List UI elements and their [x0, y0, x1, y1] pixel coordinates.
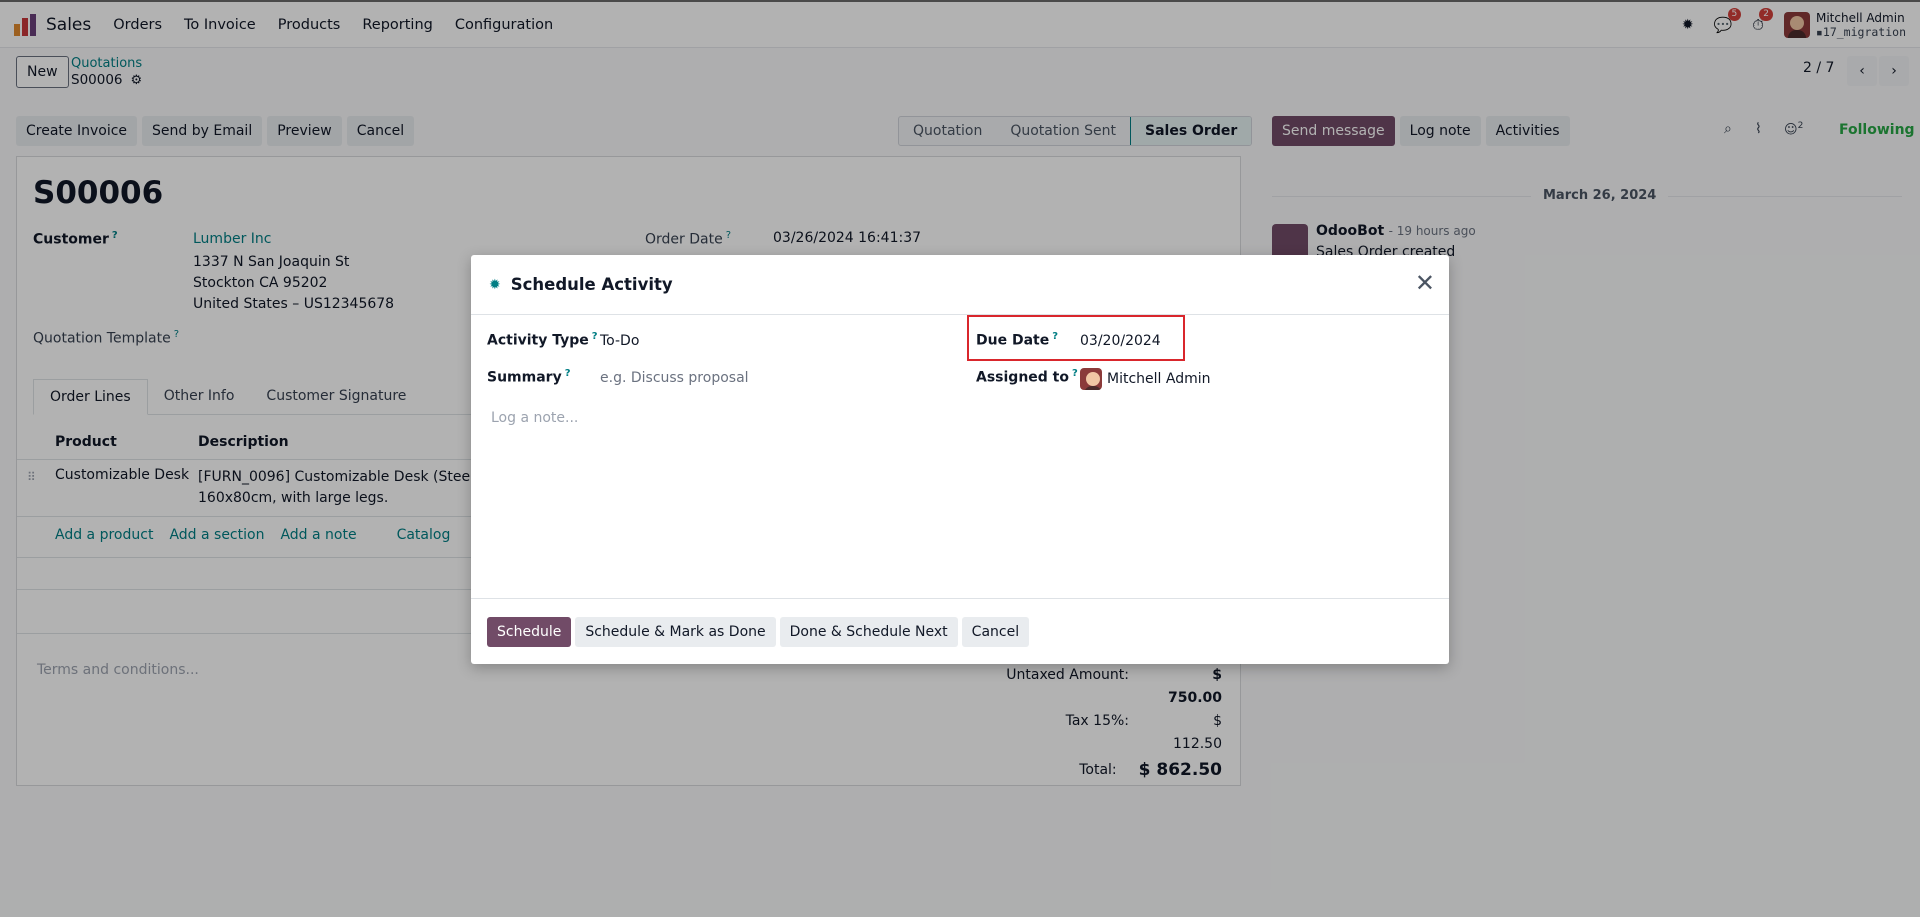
assignee-avatar	[1080, 368, 1102, 390]
schedule-activity-dialog: ✹ Schedule Activity ✕ Activity Type? To-…	[471, 255, 1449, 664]
assigned-to-label: Assigned to?	[976, 368, 1078, 386]
due-date-input[interactable]: 03/20/2024	[1080, 333, 1161, 349]
close-icon[interactable]: ✕	[1415, 269, 1435, 297]
dialog-title: Schedule Activity	[510, 275, 673, 294]
assigned-to-field[interactable]: Mitchell Admin	[1080, 368, 1211, 390]
summary-input[interactable]: e.g. Discuss proposal	[600, 370, 749, 386]
due-date-label: Due Date?	[976, 331, 1059, 349]
activity-bug-icon: ✹	[489, 276, 501, 293]
done-schedule-next-button[interactable]: Done & Schedule Next	[779, 616, 958, 647]
summary-label: Summary?	[487, 368, 571, 386]
cancel-dialog-button[interactable]: Cancel	[961, 616, 1030, 647]
log-note-input[interactable]: Log a note...	[491, 410, 578, 426]
activity-type-select[interactable]: To-Do	[600, 333, 639, 349]
activity-type-label: Activity Type?	[487, 331, 598, 349]
schedule-mark-done-button[interactable]: Schedule & Mark as Done	[575, 616, 776, 647]
assignee-name: Mitchell Admin	[1107, 371, 1211, 387]
schedule-button[interactable]: Schedule	[487, 616, 572, 647]
